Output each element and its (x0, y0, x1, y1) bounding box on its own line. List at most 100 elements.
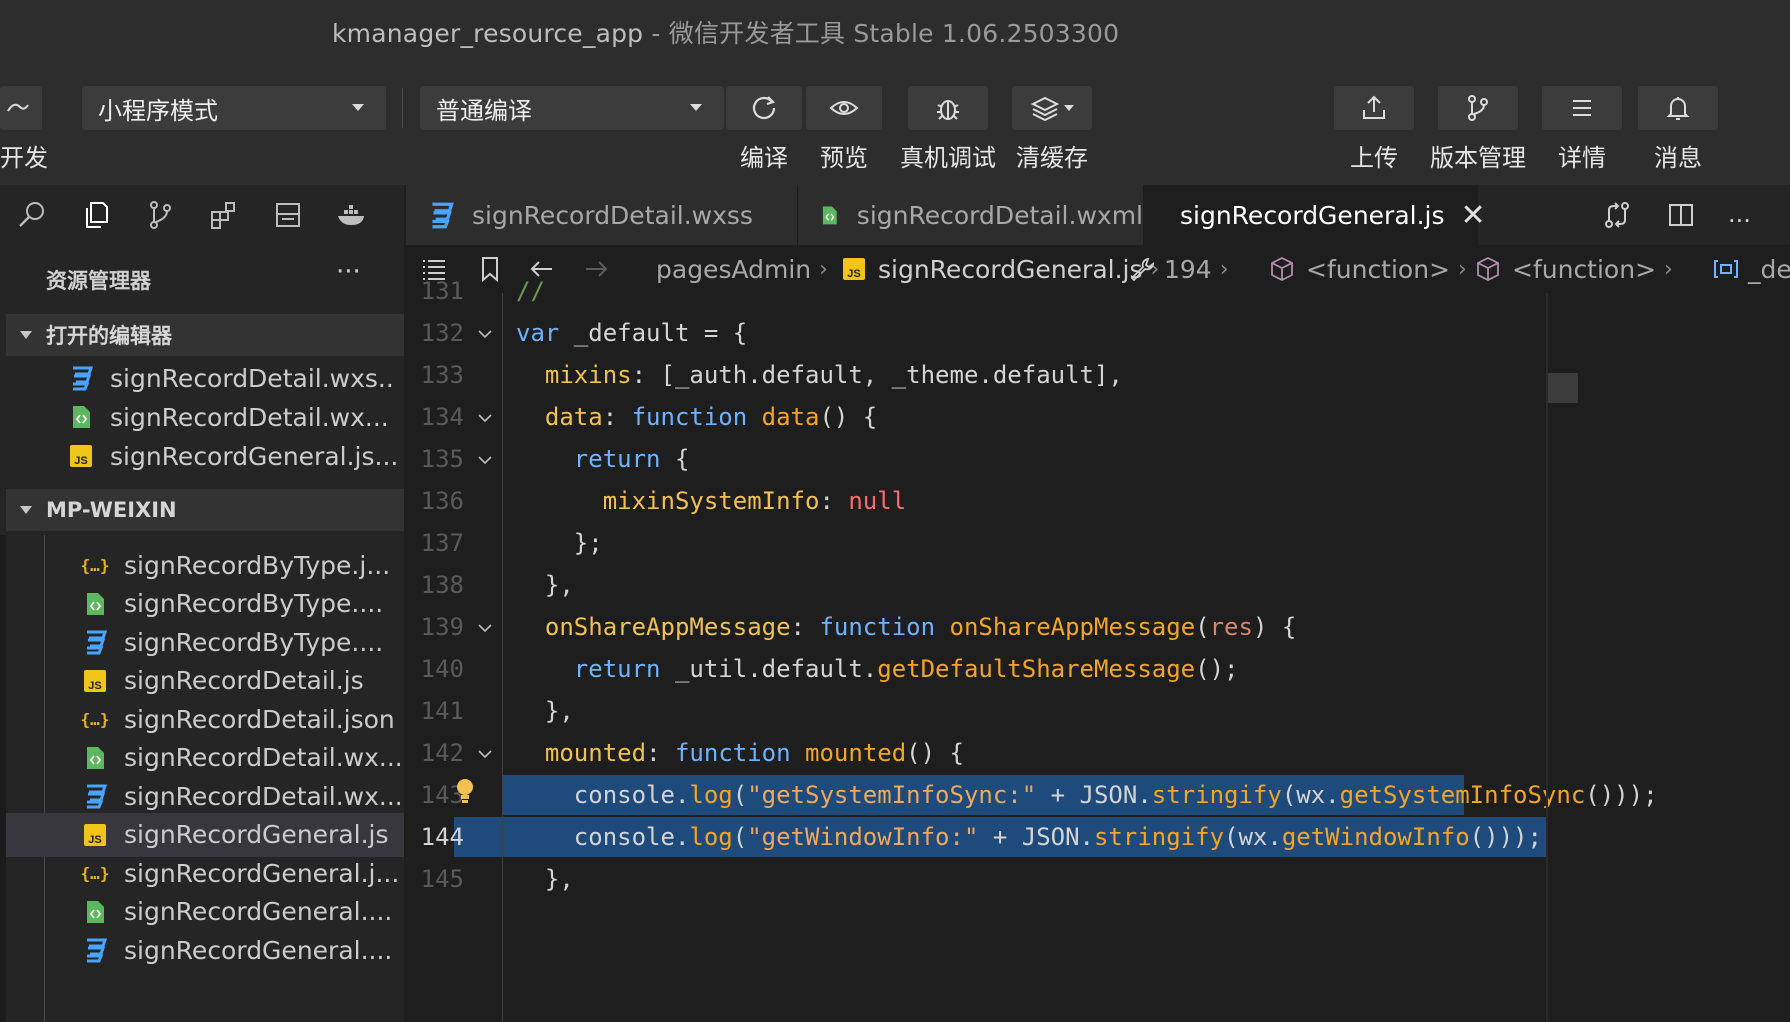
vertical-scrollbar[interactable] (1546, 293, 1548, 1022)
version-button[interactable] (1438, 86, 1518, 130)
fold-chevron-icon[interactable] (478, 621, 492, 635)
fold-chevron-icon[interactable] (478, 747, 492, 761)
clear-cache-label: 清缓存 (1016, 144, 1088, 172)
fold-chevron-icon[interactable] (478, 411, 492, 425)
title-toolbar: kmanager_resource_app - 微信开发者工具 Stable 1… (0, 0, 1790, 185)
compile-label: 编译 (740, 144, 788, 172)
minimap-slider[interactable] (1548, 373, 1578, 403)
breadcrumb-line[interactable]: 194 › (1128, 252, 1229, 286)
file-tree-item[interactable]: {…} signRecordGeneral.j... (6, 851, 404, 895)
breadcrumb-folder[interactable]: pagesAdmin › (656, 252, 828, 286)
file-name: signRecordDetail.json (124, 704, 395, 734)
bookmark-icon (482, 257, 498, 283)
upload-label: 上传 (1350, 144, 1398, 172)
breadcrumb-function-1[interactable]: <function> › (1268, 252, 1467, 286)
more-actions-button[interactable]: ··· (1728, 207, 1758, 237)
clear-cache-button[interactable] (1012, 86, 1092, 130)
ellipsis-icon: ··· (1728, 207, 1751, 235)
compare-changes-button[interactable] (1602, 200, 1632, 230)
code-editor[interactable]: 131 // 132 var _default = {133 mixins: [_au… (406, 277, 1790, 1022)
fold-chevron-icon[interactable] (478, 453, 492, 467)
svg-text:{…}: {…} (81, 864, 109, 883)
file-tree-item[interactable]: JS signRecordGeneral.js (6, 812, 404, 857)
breadcrumb-variable[interactable]: _de (1712, 252, 1790, 286)
mode-select[interactable]: 小程序模式 (82, 86, 386, 130)
tab-signrecorddetail-wxss[interactable]: signRecordDetail.wxss (406, 185, 798, 245)
tab-signrecorddetail-wxml[interactable]: signRecordDetail.wxml (798, 185, 1144, 245)
preview-button[interactable] (806, 86, 882, 130)
version-label: 版本管理 (1430, 144, 1526, 172)
bug-icon (937, 100, 959, 120)
file-tree-item[interactable]: signRecordDetail.wx... (6, 736, 404, 780)
line-number: 133 (420, 361, 464, 389)
breadcrumb-file[interactable]: JS signRecordGeneral.js › (840, 252, 1159, 286)
explorer-more-button[interactable]: ··· (336, 257, 361, 287)
extensions-icon (211, 202, 235, 229)
js-file-icon: JS (80, 666, 110, 696)
code-line: console.log("getSystemInfoSync:" + JSON.… (516, 781, 1658, 809)
file-name: signRecordDetail.wxs... (110, 363, 396, 393)
arrow-right-icon (586, 261, 608, 277)
svg-text:JS: JS (74, 455, 87, 467)
menu-icon (1573, 100, 1591, 116)
code-line: }; (516, 529, 603, 557)
branch-icon (150, 201, 171, 229)
file-tree-item[interactable]: signRecordByType.... (6, 620, 404, 664)
activity-storage[interactable] (256, 185, 320, 245)
file-tree-item[interactable]: JS signRecordDetail.js (6, 659, 404, 703)
project-title: MP-WEIXIN (46, 498, 177, 522)
file-tree-item[interactable]: signRecordGeneral.... (6, 928, 404, 972)
compile-button[interactable] (726, 86, 802, 130)
toolbar-divider (402, 88, 403, 128)
open-editors-section[interactable]: 打开的编辑器 (6, 314, 404, 356)
file-tree-item[interactable]: signRecordByType.... (6, 582, 404, 626)
forward-button[interactable] (582, 252, 610, 286)
line-number: 134 (420, 403, 464, 431)
bookmark-button[interactable] (476, 252, 504, 286)
activity-docker[interactable] (320, 185, 384, 245)
cube-icon (1477, 256, 1499, 282)
fold-chevron-icon[interactable] (478, 327, 492, 341)
svg-text:{…}: {…} (81, 710, 109, 729)
upload-button[interactable] (1334, 86, 1414, 130)
line-number: 136 (420, 487, 464, 515)
breadcrumb-variable-label: _de (1748, 254, 1790, 284)
message-button[interactable] (1638, 86, 1718, 130)
file-tree-item[interactable]: signRecordGeneral.... (6, 890, 404, 934)
file-name: signRecordDetail.wx... (124, 743, 403, 772)
line-number: 137 (420, 529, 464, 557)
activity-extensions[interactable] (192, 185, 256, 245)
open-editor-item[interactable]: signRecordDetail.wx... (66, 395, 396, 439)
breadcrumb-function-2[interactable]: <function> › (1474, 252, 1673, 286)
lightbulb-icon[interactable] (454, 777, 476, 807)
file-tree-item[interactable]: {…} signRecordByType.j... (6, 543, 404, 587)
details-button[interactable] (1542, 86, 1622, 130)
wxss-file-icon (66, 363, 96, 393)
compile-select[interactable]: 普通编译 (420, 86, 724, 130)
remote-debug-button[interactable] (908, 86, 988, 130)
open-editor-item[interactable]: JS signRecordGeneral.js... (66, 434, 396, 478)
activity-explorer[interactable] (64, 185, 128, 245)
open-editor-item[interactable]: signRecordDetail.wxs... (66, 356, 396, 400)
file-tree-item[interactable]: signRecordDetail.wx... (6, 774, 404, 818)
project-section[interactable]: MP-WEIXIN (6, 489, 404, 531)
activity-source-control[interactable] (128, 185, 192, 245)
editor-icon (7, 103, 29, 112)
file-name: signRecordByType.... (124, 627, 384, 657)
split-editor-button[interactable] (1666, 200, 1696, 230)
remote-debug-label: 真机调试 (900, 144, 996, 172)
activity-search[interactable] (0, 185, 64, 245)
file-name: signRecordGeneral.... (124, 935, 393, 965)
chevron-down-icon (352, 104, 364, 111)
file-name: signRecordGeneral.j... (124, 858, 400, 888)
window-title: kmanager_resource_app - 微信开发者工具 Stable 1… (332, 14, 1119, 50)
file-tree-item[interactable]: {…} signRecordDetail.json (6, 697, 404, 741)
tab-signrecordgeneral-js[interactable]: JS signRecordGeneral.js ✕ (1144, 185, 1486, 245)
line-number: 141 (420, 697, 464, 725)
svg-text:JS: JS (88, 680, 101, 692)
close-icon[interactable]: ✕ (1461, 198, 1486, 233)
json-file-icon: {…} (80, 704, 110, 734)
line-number: 140 (420, 655, 464, 683)
file-name: signRecordByType.j... (124, 550, 391, 580)
dev-mode-button[interactable] (0, 86, 42, 130)
